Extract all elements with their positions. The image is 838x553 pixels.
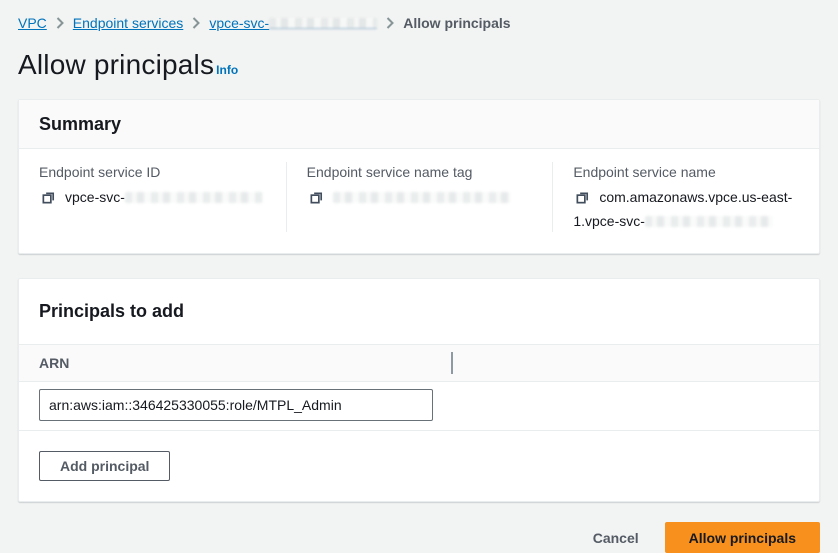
page-title-row: Allow principals Info: [18, 49, 820, 81]
breadcrumb-current: Allow principals: [403, 14, 510, 32]
service-id-value: vpce-svc-: [65, 189, 125, 205]
add-principal-button[interactable]: Add principal: [39, 451, 170, 481]
chevron-right-icon: [386, 17, 394, 29]
principals-card: Principals to add ARN Add principal: [18, 278, 820, 502]
copy-icon[interactable]: [575, 190, 590, 211]
chevron-right-icon: [56, 17, 64, 29]
arn-column-header: ARN: [39, 355, 69, 371]
summary-field-name-tag: Endpoint service name tag: [286, 162, 553, 232]
breadcrumb-service-id-label: vpce-svc-: [209, 15, 269, 31]
arn-column-header-row: ARN: [19, 344, 819, 382]
field-label: Endpoint service name: [573, 162, 799, 182]
breadcrumb-service-id[interactable]: vpce-svc-: [209, 14, 377, 32]
page-title: Allow principals: [18, 49, 214, 81]
redacted-service-id: [269, 18, 377, 29]
redacted-value: [333, 192, 511, 203]
principals-card-title: Principals to add: [19, 279, 819, 344]
breadcrumb-vpc[interactable]: VPC: [18, 14, 47, 32]
arn-input-row: [19, 382, 819, 430]
summary-body: Endpoint service ID vpce-svc- Endpoint s…: [19, 149, 819, 253]
redacted-value: [125, 192, 263, 203]
summary-card: Summary Endpoint service ID vpce-svc- En…: [18, 99, 820, 254]
field-value: [307, 187, 533, 211]
summary-field-service-name: Endpoint service name com.amazonaws.vpce…: [552, 162, 819, 232]
copy-icon[interactable]: [41, 190, 56, 211]
cancel-button[interactable]: Cancel: [593, 524, 639, 552]
summary-field-service-id: Endpoint service ID vpce-svc-: [19, 162, 286, 232]
field-label: Endpoint service name tag: [307, 162, 533, 182]
copy-icon[interactable]: [309, 190, 324, 211]
allow-principals-button[interactable]: Allow principals: [665, 522, 820, 553]
field-value: vpce-svc-: [39, 187, 266, 211]
info-link[interactable]: Info: [216, 63, 238, 77]
breadcrumb: VPC Endpoint services vpce-svc- Allow pr…: [18, 0, 820, 32]
form-actions: Cancel Allow principals: [18, 522, 820, 553]
arn-input[interactable]: [39, 389, 433, 421]
field-value: com.amazonaws.vpce.us-east-1.vpce-svc-: [573, 187, 799, 232]
page: VPC Endpoint services vpce-svc- Allow pr…: [0, 0, 838, 553]
principals-card-footer: Add principal: [19, 430, 819, 501]
breadcrumb-endpoint-services[interactable]: Endpoint services: [73, 14, 184, 32]
column-resize-handle[interactable]: [451, 352, 453, 374]
field-label: Endpoint service ID: [39, 162, 266, 182]
redacted-value: [645, 216, 773, 227]
summary-card-title: Summary: [19, 100, 819, 149]
chevron-right-icon: [192, 17, 200, 29]
